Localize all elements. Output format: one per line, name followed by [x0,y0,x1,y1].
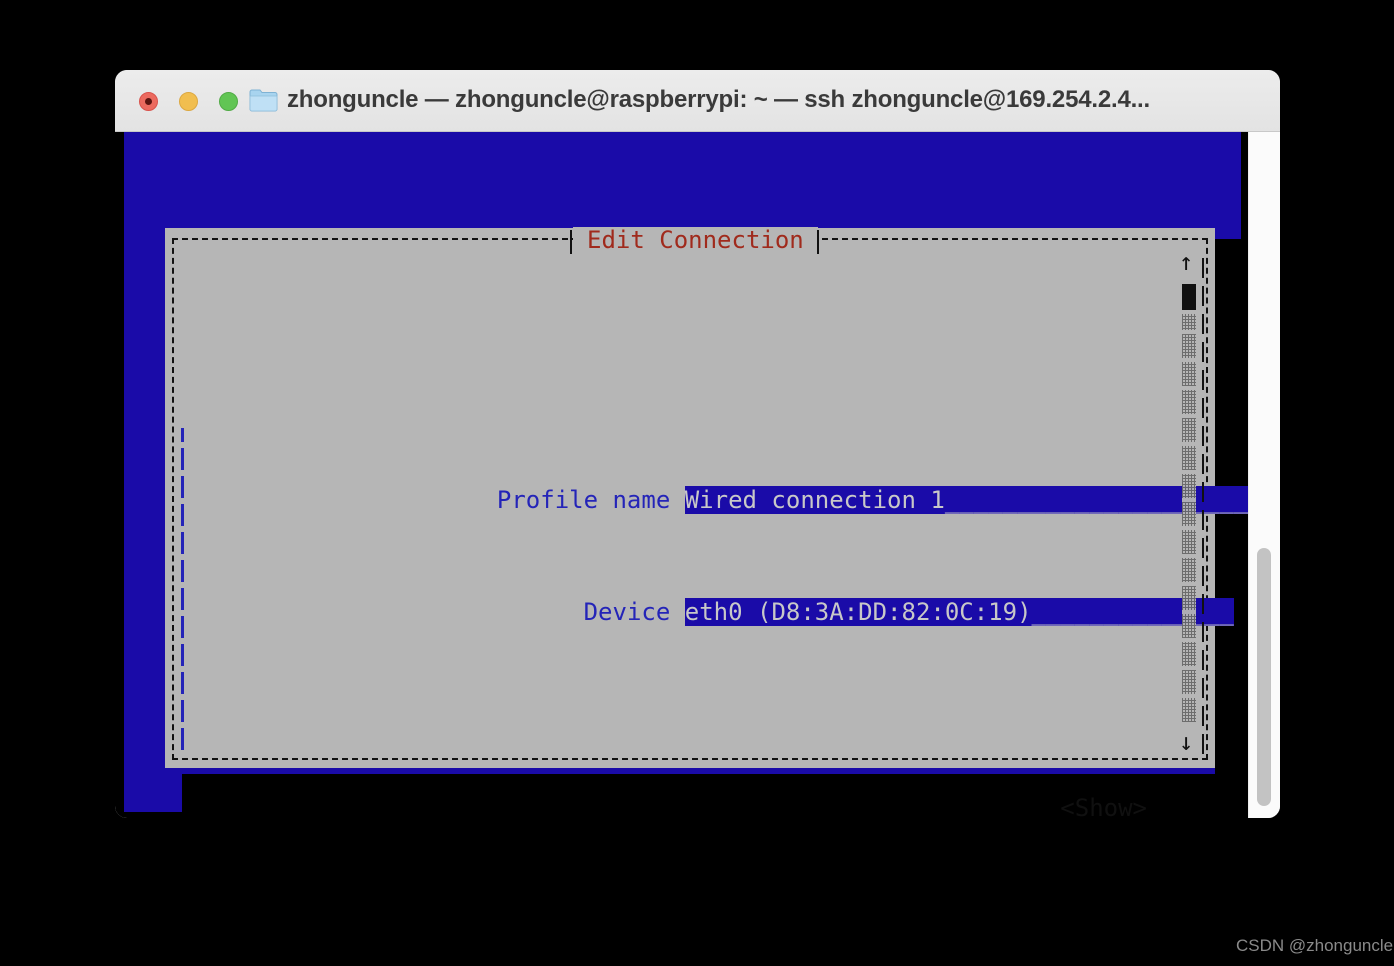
folder-icon [249,89,278,112]
profile-name-row: Profile name Wired connection 1_________… [179,458,1248,514]
scrollbar-track[interactable] [1182,314,1196,722]
scroll-up-arrow-icon[interactable]: ↑ [1179,250,1193,274]
terminal-black-right-gutter [1215,239,1241,812]
row-spacer-1 [179,346,1169,374]
ethernet-show-button[interactable]: <Show> [1060,794,1147,818]
scrollbar-thumb[interactable] [1182,284,1196,310]
dialog-scrollbar[interactable]: ↑ ↓ [1175,250,1207,754]
profile-name-value: Wired connection 1 [684,486,945,514]
scrollbar-rail [1202,250,1204,754]
terminal-scrollbar[interactable] [1248,132,1280,818]
close-button[interactable] [139,92,158,111]
profile-name-input[interactable]: Wired connection 1_____________________ [684,486,1248,514]
section-ethernet[interactable]: = ETHERNET<Show> [179,794,1169,818]
device-value: eth0 (D8:3A:DD:82:0C:19) [684,598,1032,626]
dialog-content: Profile name Wired connection 1_________… [179,262,1248,818]
scroll-down-arrow-icon[interactable]: ↓ [1179,730,1193,754]
row-spacer-2 [179,682,1169,710]
maximize-button[interactable] [219,92,238,111]
device-label: Device [583,598,671,626]
device-label-pad [324,598,584,626]
terminal-scrollbar-thumb[interactable] [1257,548,1271,806]
dialog-title-divider-right [817,230,819,254]
edit-connection-dialog: Edit Connection Profile name Wired conne… [165,227,1248,818]
watermark: CSDN @zhonguncle [1236,936,1394,955]
profile-name-label [324,486,497,514]
terminal-window: zhonguncle — zhonguncle@raspberrypi: ~ —… [115,70,1280,818]
profile-name-label-text: Profile name [496,486,671,514]
window-title: zhonguncle — zhonguncle@raspberrypi: ~ —… [287,86,1150,113]
dialog-title: Edit Connection [573,227,818,255]
minimize-button[interactable] [179,92,198,111]
terminal-body: Edit Connection Profile name Wired conne… [115,132,1248,818]
device-input[interactable]: eth0 (D8:3A:DD:82:0C:19)______________ [684,598,1234,626]
device-row: Device eth0 (D8:3A:DD:82:0C:19)_________… [179,570,1234,626]
dialog-title-divider-left [570,230,572,254]
window-titlebar: zhonguncle — zhonguncle@raspberrypi: ~ —… [115,70,1280,132]
